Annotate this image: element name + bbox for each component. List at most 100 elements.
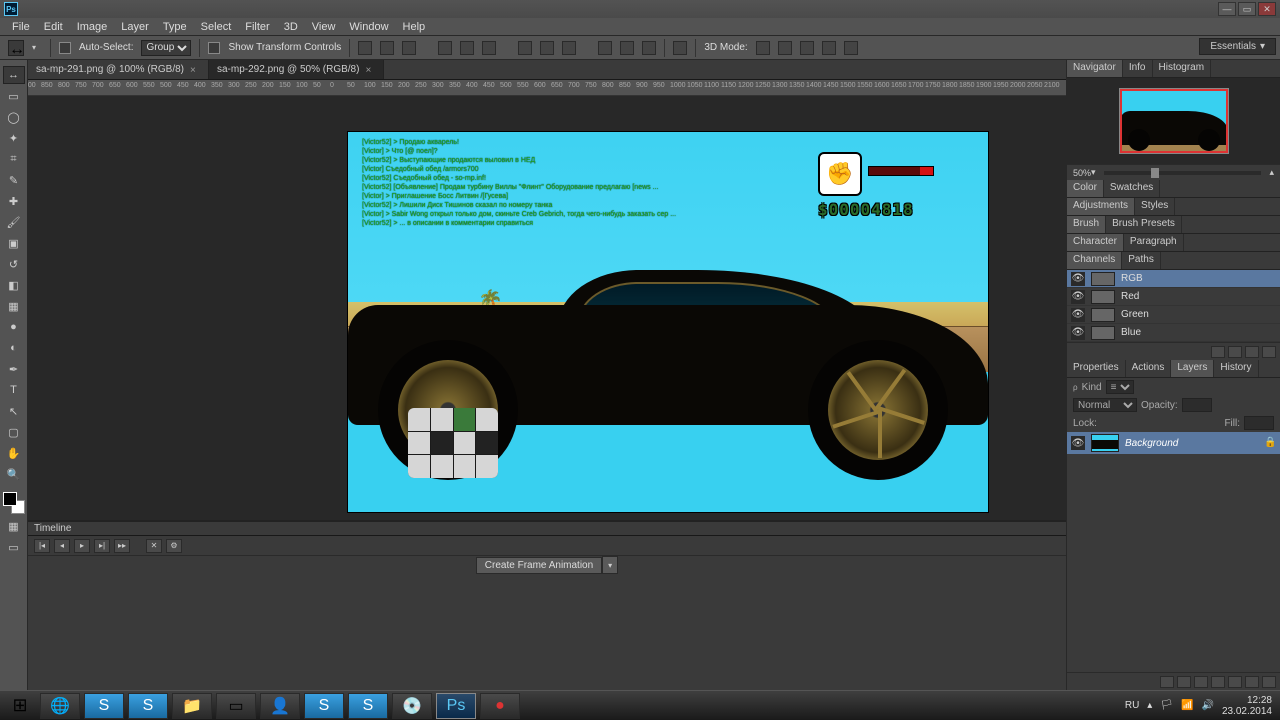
create-animation-dropdown[interactable]: ▾ [602,556,618,574]
filter-kind-dropdown[interactable]: ≡ [1106,380,1134,394]
channels-tab[interactable]: Channels [1067,252,1122,269]
eraser-tool[interactable]: ◧ [3,276,25,294]
minimize-button[interactable]: — [1218,2,1236,16]
prev-frame-icon[interactable]: ◂ [54,539,70,553]
arrange-up-icon[interactable] [642,41,656,55]
layer-name[interactable]: Background [1125,438,1178,449]
doc-tab-1[interactable]: sa-mp-291.png @ 100% (RGB/8)× [28,60,209,79]
3d-scale-icon[interactable] [844,41,858,55]
visibility-icon[interactable]: 👁 [1071,272,1085,286]
tray-flag-icon[interactable]: 🏳 [1160,700,1173,711]
styles-tab[interactable]: Styles [1135,198,1175,215]
blur-tool[interactable]: ● [3,318,25,336]
taskbar-app-1[interactable]: 👤 [260,693,300,719]
create-frame-animation-button[interactable]: Create Frame Animation [476,557,602,574]
fill-input[interactable] [1244,416,1274,430]
magic-wand-tool[interactable]: ✦ [3,129,25,147]
taskbar-skype-2[interactable]: S [128,693,168,719]
visibility-icon[interactable]: 👁 [1071,436,1085,450]
visibility-icon[interactable]: 👁 [1071,290,1085,304]
zoom-out-icon[interactable]: ▾ [1091,167,1096,178]
brush-tab[interactable]: Brush [1067,216,1106,233]
swatches-tab[interactable]: Swatches [1104,180,1160,197]
distribute-h-icon[interactable] [518,41,532,55]
paths-tab[interactable]: Paths [1122,252,1161,269]
layer-thumbnail[interactable] [1091,434,1119,452]
move-tool[interactable]: ↔ [3,66,25,84]
visibility-icon[interactable]: 👁 [1071,326,1085,340]
save-selection-icon[interactable] [1228,346,1242,358]
adjustments-tab[interactable]: Adjustments [1067,198,1135,215]
next-frame-icon[interactable]: ▸| [94,539,110,553]
distribute-v-icon[interactable] [540,41,554,55]
arrange-top-icon[interactable] [620,41,634,55]
last-frame-icon[interactable]: ▸▸ [114,539,130,553]
taskbar-explorer[interactable]: 📁 [172,693,212,719]
info-tab[interactable]: Info [1123,60,1153,77]
brush-presets-tab[interactable]: Brush Presets [1106,216,1182,233]
new-layer-icon[interactable] [1245,676,1259,688]
screenmode-toggle[interactable]: ▭ [3,538,25,556]
actions-tab[interactable]: Actions [1126,360,1172,377]
blend-mode-dropdown[interactable]: Normal [1073,398,1137,412]
align-left-icon[interactable] [358,41,372,55]
visibility-icon[interactable]: 👁 [1071,308,1085,322]
doc-tab-2[interactable]: sa-mp-292.png @ 50% (RGB/8)× [209,60,384,79]
tray-arrow-icon[interactable]: ▴ [1147,700,1152,711]
menu-type[interactable]: Type [157,20,193,34]
layers-tab[interactable]: Layers [1171,360,1214,377]
trash-icon[interactable] [1262,676,1276,688]
auto-align-icon[interactable] [598,41,612,55]
workspace-switcher[interactable]: Essentials ▾ [1199,38,1276,55]
tool-preset-dropdown[interactable]: ▾ [32,43,42,52]
system-tray[interactable]: RU ▴ 🏳 📶 🔊 12:28 23.02.2014 [1119,695,1278,717]
taskbar-skype-4[interactable]: S [348,693,388,719]
channel-red[interactable]: 👁Red [1067,288,1280,306]
zoom-slider[interactable] [1104,171,1262,175]
new-channel-icon[interactable] [1245,346,1259,358]
menu-filter[interactable]: Filter [239,20,275,34]
maximize-button[interactable]: ▭ [1238,2,1256,16]
navigator-viewbox[interactable] [1120,89,1228,153]
histogram-tab[interactable]: Histogram [1153,60,1212,77]
healing-tool[interactable]: ✚ [3,192,25,210]
foreground-color-swatch[interactable] [3,492,17,506]
channel-rgb[interactable]: 👁RGB [1067,270,1280,288]
audio-mute-icon[interactable]: ✕ [146,539,162,553]
taskbar-skype-3[interactable]: S [304,693,344,719]
tray-time[interactable]: 12:28 [1247,695,1272,706]
layers-empty-area[interactable] [1067,454,1280,672]
navigator-tab[interactable]: Navigator [1067,60,1123,77]
align-bottom-icon[interactable] [482,41,496,55]
move-tool-icon[interactable]: ↔ [8,40,24,56]
marquee-tool[interactable]: ▭ [3,87,25,105]
navigator-thumbnail[interactable] [1119,88,1229,154]
quickmask-toggle[interactable]: ▦ [3,517,25,535]
channel-blue[interactable]: 👁Blue [1067,324,1280,342]
3d-rotate-icon[interactable] [756,41,770,55]
history-brush-tool[interactable]: ↺ [3,255,25,273]
dodge-tool[interactable]: ◐ [3,339,25,357]
type-tool[interactable]: T [3,381,25,399]
show-transform-checkbox[interactable] [208,42,220,54]
navigator-panel[interactable] [1067,78,1280,164]
lasso-tool[interactable]: ◯ [3,108,25,126]
eyedropper-tool[interactable]: ✎ [3,171,25,189]
link-layers-icon[interactable] [1160,676,1174,688]
group-icon[interactable] [1228,676,1242,688]
auto-select-dropdown[interactable]: Group [141,40,191,56]
stamp-tool[interactable]: ▣ [3,234,25,252]
paragraph-tab[interactable]: Paragraph [1124,234,1184,251]
play-icon[interactable]: ▸ [74,539,90,553]
close-tab-icon[interactable]: × [365,65,375,75]
tray-date[interactable]: 23.02.2014 [1222,706,1272,717]
zoom-tool[interactable]: 🔍 [3,465,25,483]
3d-pan-icon[interactable] [800,41,814,55]
zoom-value[interactable]: 50% [1073,168,1091,178]
align-center-h-icon[interactable] [380,41,394,55]
layer-background[interactable]: 👁 Background 🔒 [1067,432,1280,454]
taskbar-skype-1[interactable]: S [84,693,124,719]
menu-3d[interactable]: 3D [278,20,304,34]
mask-icon[interactable] [1194,676,1208,688]
character-tab[interactable]: Character [1067,234,1124,251]
